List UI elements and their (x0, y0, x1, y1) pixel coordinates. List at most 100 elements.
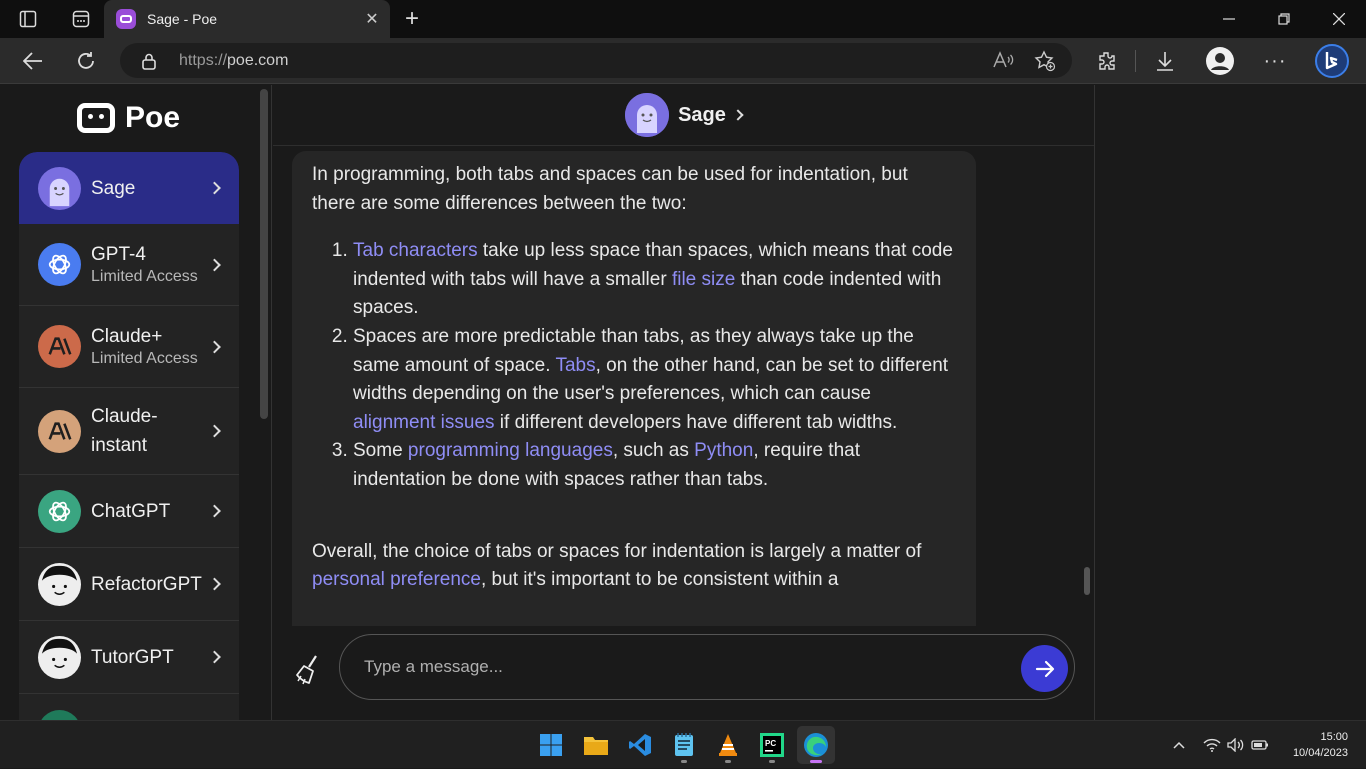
sidebar-scrollbar[interactable] (260, 89, 268, 419)
bing-chat-icon[interactable] (1314, 38, 1350, 84)
sidebar-bot-claude-instant[interactable]: Claude-instant (19, 388, 239, 475)
outro-text: Overall, the choice of tabs or spaces fo… (312, 540, 922, 562)
bot-access-status: Limited Access (91, 350, 198, 367)
message-outro: Overall, the choice of tabs or spaces fo… (312, 538, 956, 595)
browser-tab[interactable]: Sage - Poe ✕ (104, 0, 390, 38)
sidebar-bot-chatgpt[interactable]: ChatGPT (19, 475, 239, 548)
bot-name: Claude-instant (91, 406, 158, 456)
tab-actions-icon[interactable] (63, 0, 99, 38)
poe-logo-text: Poe (125, 101, 181, 134)
poe-logo-icon (77, 103, 115, 133)
workspaces-icon[interactable] (10, 0, 46, 38)
file-explorer-icon[interactable] (577, 726, 615, 764)
message-input-box[interactable] (339, 634, 1075, 700)
arrow-right-icon (1035, 660, 1054, 677)
running-indicator (769, 760, 775, 763)
clock-date: 10/04/2023 (1292, 747, 1348, 759)
sidebar-bot-tutorgpt[interactable]: TutorGPT (19, 621, 239, 694)
sidebar-bot-sage[interactable]: Sage (19, 152, 239, 224)
system-clock[interactable]: 15:00 10/04/2023 (1293, 729, 1348, 761)
lock-icon[interactable] (142, 53, 156, 70)
clock-time: 15:00 (1320, 731, 1348, 743)
clear-context-broom-icon[interactable] (294, 654, 324, 688)
volume-icon[interactable] (1227, 721, 1245, 769)
sidebar-bot-gpt-4[interactable]: GPT-4 Limited Access (19, 224, 239, 306)
toolbar-divider (1135, 50, 1136, 72)
chevron-right-icon (732, 109, 744, 121)
bot-access-status: Limited Access (91, 268, 198, 285)
claude-instant-avatar-icon (38, 409, 81, 453)
sidebar-bot-refactorgpt[interactable]: RefactorGPT (19, 548, 239, 621)
tab-close-icon[interactable]: ✕ (360, 9, 384, 29)
message-list: Tab characters take up less space than s… (312, 237, 956, 494)
url-scheme: https:// (179, 51, 228, 69)
inline-link[interactable]: file size (672, 269, 735, 290)
inline-link[interactable]: Python (694, 440, 753, 461)
vlc-icon[interactable] (709, 726, 747, 764)
list-item: Spaces are more predictable than tabs, a… (353, 323, 956, 437)
running-indicator (681, 760, 687, 763)
inline-link[interactable]: Tab characters (353, 240, 478, 261)
profile-avatar-icon[interactable] (1202, 38, 1238, 84)
bot-avatar-icon (38, 709, 81, 720)
read-aloud-icon[interactable] (992, 51, 1014, 74)
chat-header[interactable]: Sage (273, 85, 1094, 146)
bot-message: In programming, both tabs and spaces can… (292, 151, 976, 626)
vscode-icon[interactable] (621, 726, 659, 764)
list-item: Some programming languages, such as Pyth… (353, 437, 956, 494)
send-button[interactable] (1021, 645, 1068, 692)
chatgpt-avatar-icon (38, 489, 81, 533)
chat-panel: Sage In programming, both tabs and space… (273, 85, 1094, 720)
message-input[interactable] (364, 657, 1004, 677)
new-tab-icon[interactable]: + (396, 0, 428, 38)
browser-toolbar: https://poe.com ··· (0, 38, 1366, 84)
right-empty-pane (1094, 85, 1366, 720)
more-options-icon[interactable]: ··· (1257, 38, 1293, 84)
sidebar-bot-partial[interactable] (19, 694, 239, 720)
close-window-icon[interactable] (1322, 0, 1356, 38)
refactorgpt-avatar-icon (38, 562, 81, 606)
inline-link[interactable]: Tabs (555, 355, 595, 376)
back-icon[interactable] (15, 38, 51, 84)
sage-avatar-icon (38, 166, 81, 210)
battery-icon[interactable] (1251, 721, 1269, 769)
address-bar[interactable]: https://poe.com (120, 43, 1072, 78)
edge-icon[interactable] (797, 726, 835, 764)
gpt4-avatar-icon (38, 243, 81, 286)
list-text: if different developers have different t… (494, 411, 898, 433)
restore-icon[interactable] (1267, 0, 1301, 38)
claude-plus-avatar-icon (38, 325, 81, 368)
list-item: Tab characters take up less space than s… (353, 237, 956, 323)
message-intro: In programming, both tabs and spaces can… (312, 164, 908, 214)
outro-text: , but it's important to be consistent wi… (481, 569, 839, 591)
notepad-icon[interactable] (665, 726, 703, 764)
pycharm-icon[interactable]: PC (753, 726, 791, 764)
downloads-icon[interactable] (1147, 38, 1183, 84)
tab-title: Sage - Poe (147, 11, 218, 27)
bot-list: Sage GPT-4 Limited Access Claude+ Limited Ac… (19, 152, 239, 720)
start-icon[interactable] (532, 726, 570, 764)
chat-scrollbar[interactable] (1084, 567, 1090, 595)
list-text: Some (353, 440, 408, 462)
refresh-icon[interactable] (68, 38, 104, 84)
url-host: poe.com (227, 51, 289, 69)
url-text: https://poe.com (179, 52, 288, 70)
extensions-icon[interactable] (1088, 38, 1124, 84)
add-favorite-icon[interactable] (1034, 50, 1056, 77)
inline-link[interactable]: personal preference (312, 569, 481, 590)
sidebar-bot-claude-[interactable]: Claude+ Limited Access (19, 306, 239, 388)
list-text: , such as (612, 440, 695, 462)
poe-favicon-icon (116, 9, 136, 29)
chat-bot-name: Sage (678, 103, 726, 126)
minimize-icon[interactable] (1212, 0, 1246, 38)
show-hidden-icons-icon[interactable] (1172, 721, 1186, 769)
inline-link[interactable]: programming languages (408, 440, 613, 461)
wifi-icon[interactable] (1203, 721, 1221, 769)
inline-link[interactable]: alignment issues (353, 412, 495, 433)
tutorgpt-avatar-icon (38, 635, 81, 679)
windows-taskbar: PC 15:00 10/04/2023 (0, 720, 1366, 768)
bot-sidebar: Poe Sage GPT-4 Limited Access Claude+ Limite… (0, 85, 272, 720)
running-indicator (810, 760, 822, 763)
poe-logo[interactable]: Poe (77, 101, 180, 135)
svg-text:PC: PC (765, 739, 776, 748)
